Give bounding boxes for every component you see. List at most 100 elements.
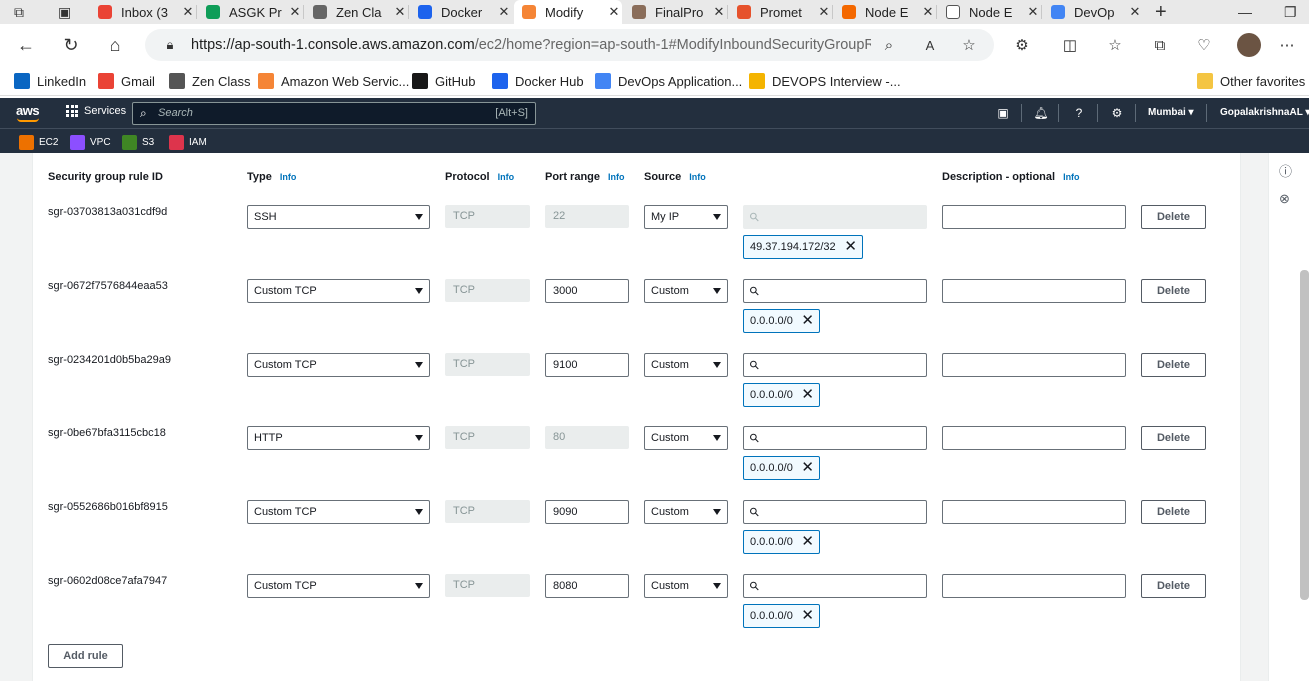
delete-rule-button[interactable]: Delete: [1141, 574, 1206, 598]
bookmark-item[interactable]: Amazon Web Servic...: [258, 72, 409, 90]
type-select[interactable]: Custom TCP: [247, 353, 430, 377]
description-input[interactable]: [942, 574, 1126, 598]
more-menu-icon[interactable]: ⋯: [1277, 35, 1297, 55]
remove-cidr-icon[interactable]: ✕: [801, 384, 814, 406]
profile-avatar[interactable]: [1237, 33, 1261, 57]
cidr-search-input[interactable]: ⚲: [743, 279, 927, 303]
port-info-link[interactable]: Info: [608, 172, 625, 182]
bookmark-item[interactable]: Zen Class: [169, 72, 251, 90]
type-select[interactable]: Custom TCP: [247, 279, 430, 303]
browser-tab[interactable]: Node E ✕: [938, 0, 1041, 24]
bookmark-item[interactable]: Docker Hub: [492, 72, 584, 90]
cloudshell-icon[interactable]: ▣: [995, 105, 1011, 121]
browser-tab[interactable]: ASGK Pr ✕: [198, 0, 303, 24]
url-text[interactable]: https://ap-south-1.console.aws.amazon.co…: [191, 37, 871, 53]
favorites-icon[interactable]: ☆: [1105, 35, 1125, 55]
cidr-search-input[interactable]: ⚲: [743, 426, 927, 450]
delete-rule-button[interactable]: Delete: [1141, 426, 1206, 450]
bookmark-item[interactable]: LinkedIn: [14, 72, 86, 90]
bookmark-item[interactable]: DevOps Application...: [595, 72, 742, 90]
browser-tab[interactable]: Inbox (3 ✕: [90, 0, 196, 24]
browser-tab[interactable]: Node E ✕: [834, 0, 936, 24]
browser-tab[interactable]: Zen Cla ✕: [305, 0, 408, 24]
bookmark-item[interactable]: GitHub: [412, 72, 475, 90]
port-range-input[interactable]: 3000: [545, 279, 629, 303]
type-select[interactable]: Custom TCP: [247, 574, 430, 598]
region-selector[interactable]: Mumbai ▾: [1148, 107, 1194, 118]
account-menu[interactable]: GopalakrishnaAL ▾: [1220, 107, 1309, 118]
delete-rule-button[interactable]: Delete: [1141, 279, 1206, 303]
services-menu[interactable]: Services: [66, 105, 126, 117]
description-input[interactable]: [942, 353, 1126, 377]
lock-icon[interactable]: 🔒︎: [160, 35, 180, 55]
description-input[interactable]: [942, 500, 1126, 524]
read-aloud-icon[interactable]: A: [920, 35, 940, 55]
close-tab-icon[interactable]: ✕: [392, 4, 408, 20]
remove-cidr-icon[interactable]: ✕: [801, 457, 814, 479]
notifications-bell-icon[interactable]: 🔔︎: [1033, 105, 1049, 121]
back-icon[interactable]: ←: [13, 32, 39, 58]
browser-tab[interactable]: Modify ✕: [514, 0, 622, 24]
port-range-input[interactable]: 9100: [545, 353, 629, 377]
description-info-link[interactable]: Info: [1063, 172, 1080, 182]
split-screen-icon[interactable]: ◫: [1060, 35, 1080, 55]
collections-icon[interactable]: ⧉: [1150, 35, 1170, 55]
remove-cidr-icon[interactable]: ✕: [844, 236, 857, 258]
browser-tab[interactable]: Docker ✕: [410, 0, 512, 24]
source-select[interactable]: Custom: [644, 279, 728, 303]
service-shortcut-s3[interactable]: S3: [122, 134, 154, 150]
description-input[interactable]: [942, 205, 1126, 229]
close-tab-icon[interactable]: ✕: [496, 4, 512, 20]
close-tab-icon[interactable]: ✕: [287, 4, 303, 20]
aws-search-input[interactable]: ⌕ Search [Alt+S]: [132, 102, 536, 125]
extensions-icon[interactable]: ⚙: [1012, 35, 1032, 55]
close-tab-icon[interactable]: ✕: [920, 4, 936, 20]
port-range-input[interactable]: 9090: [545, 500, 629, 524]
add-rule-button[interactable]: Add rule: [48, 644, 123, 668]
new-tab-icon[interactable]: +: [1155, 0, 1167, 24]
help-icon[interactable]: ?: [1071, 105, 1087, 121]
type-select[interactable]: Custom TCP: [247, 500, 430, 524]
port-range-input[interactable]: 8080: [545, 574, 629, 598]
cidr-search-input[interactable]: ⚲: [743, 500, 927, 524]
close-tab-icon[interactable]: ✕: [711, 4, 727, 20]
home-icon[interactable]: ⌂: [102, 32, 128, 58]
aws-logo[interactable]: aws: [16, 103, 40, 118]
close-tab-icon[interactable]: ✕: [180, 4, 196, 20]
service-shortcut-vpc[interactable]: VPC: [70, 134, 111, 150]
remove-cidr-icon[interactable]: ✕: [801, 310, 814, 332]
minimize-icon[interactable]: —: [1238, 0, 1252, 24]
source-select[interactable]: Custom: [644, 500, 728, 524]
cidr-search-input[interactable]: ⚲: [743, 353, 927, 377]
description-input[interactable]: [942, 279, 1126, 303]
type-select[interactable]: SSH: [247, 205, 430, 229]
close-tab-icon[interactable]: ✕: [606, 4, 622, 20]
browser-essentials-icon[interactable]: ♡: [1194, 35, 1214, 55]
protocol-info-link[interactable]: Info: [498, 172, 515, 182]
delete-rule-button[interactable]: Delete: [1141, 353, 1206, 377]
other-favorites[interactable]: Other favorites: [1197, 72, 1305, 90]
browser-tab[interactable]: FinalPro ✕: [624, 0, 727, 24]
description-input[interactable]: [942, 426, 1126, 450]
close-tab-icon[interactable]: ✕: [1025, 4, 1041, 20]
source-info-link[interactable]: Info: [689, 172, 706, 182]
source-select[interactable]: Custom: [644, 353, 728, 377]
bookmark-item[interactable]: Gmail: [98, 72, 155, 90]
browser-tab[interactable]: Promet ✕: [729, 0, 832, 24]
tab-actions-icon[interactable]: ▣: [58, 0, 71, 24]
favorite-star-icon[interactable]: ☆: [959, 35, 979, 55]
page-scrollbar[interactable]: [1300, 270, 1309, 600]
restore-icon[interactable]: ❐: [1284, 0, 1297, 24]
browser-tab[interactable]: DevOp ✕: [1043, 0, 1143, 24]
settings-gear-icon[interactable]: ⚙: [1109, 105, 1125, 121]
remove-cidr-icon[interactable]: ✕: [801, 605, 814, 627]
service-shortcut-iam[interactable]: IAM: [169, 134, 207, 150]
close-tab-icon[interactable]: ✕: [816, 4, 832, 20]
source-select[interactable]: My IP: [644, 205, 728, 229]
info-panel-icon[interactable]: ⓘ: [1279, 161, 1292, 180]
service-shortcut-ec2[interactable]: EC2: [19, 134, 58, 150]
type-select[interactable]: HTTP: [247, 426, 430, 450]
workspaces-icon[interactable]: ⧉: [14, 0, 24, 24]
remove-cidr-icon[interactable]: ✕: [801, 531, 814, 553]
tutorial-icon[interactable]: ⊗: [1279, 191, 1290, 207]
